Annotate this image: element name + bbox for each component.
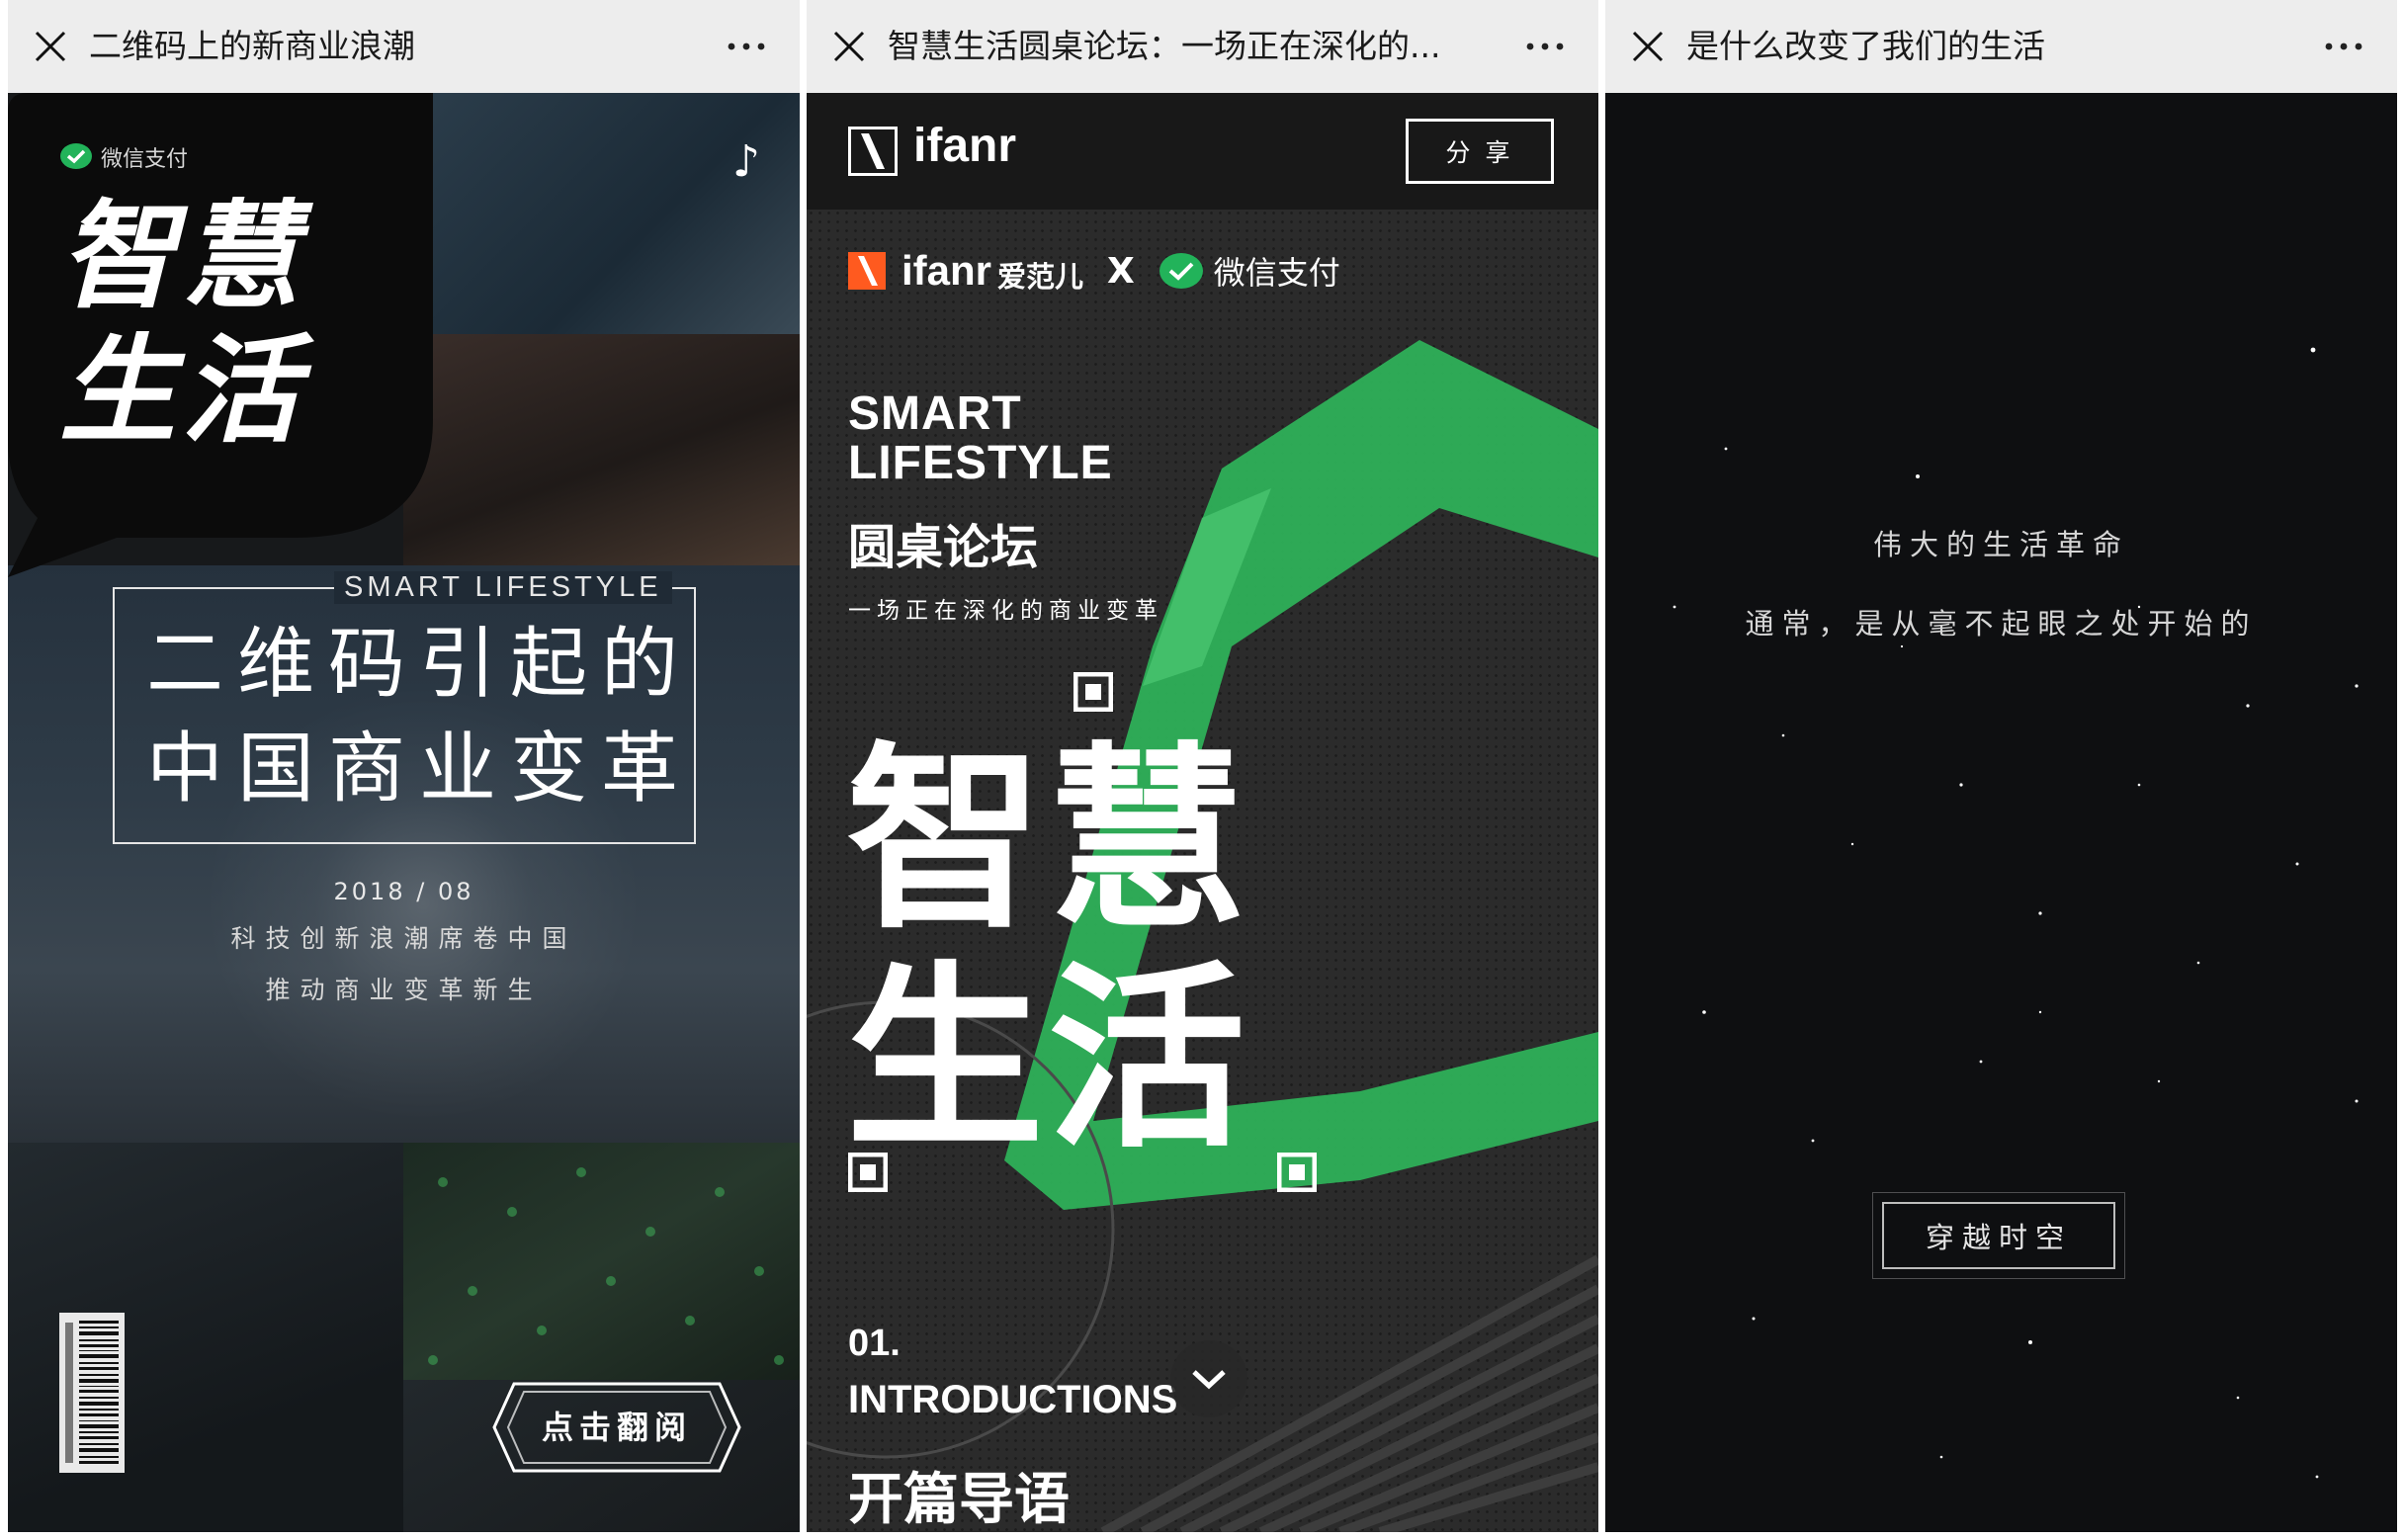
page-title: 是什么改变了我们的生活 [1686,27,2045,65]
read-more-button[interactable]: 点击翻阅 [492,1382,741,1473]
barcode-icon [59,1313,125,1473]
big-title-line-2: 生活 [846,945,1250,1175]
green-dots-pattern [428,1167,784,1365]
read-more-label: 点击翻阅 [541,1409,692,1446]
hero-calligraphy-line-2: 生活 [59,321,305,459]
ifanr-logo-icon [848,252,886,290]
nav-bar: 智慧生活圆桌论坛：一场正在深化的... [807,0,1598,93]
subtitle-line-1: 科技创新浪潮席卷中国 [230,924,577,953]
section-number: 01. [848,1323,901,1364]
h5-page[interactable]: ifanr 分 享 ifanr 爱范儿 X 微信支付 SMART LIFESTY… [807,93,1598,1532]
site-header: ifanr 分 享 [807,93,1598,210]
more-icon[interactable] [2324,34,2363,59]
qr-corner-marker [1073,672,1113,712]
starfield-background [1673,347,2359,1479]
close-icon[interactable] [34,30,67,63]
section-title: INTRODUCTIONS [848,1378,1178,1421]
ifanr-wordmark: ifanr [913,120,1017,172]
qr-corner-marker [848,1153,888,1192]
phone-panel-wechat-pay: 二维码上的新商业浪潮 微信支付 智慧 生活 ♪ SMART LIFESTYLE … [8,0,800,1540]
section-title-cn: 开篇导语 [848,1468,1070,1532]
close-icon[interactable] [832,30,866,63]
close-icon[interactable] [1631,30,1665,63]
more-icon[interactable] [1525,34,1565,59]
big-title-line-1: 智慧 [846,726,1250,956]
smart-line: SMART [848,387,1022,440]
wechat-pay-icon [1159,253,1203,289]
smart-lifestyle-label: SMART LIFESTYLE [334,571,672,604]
ifanr-wordmark: ifanr [902,247,992,294]
wechat-pay-logo: 微信支付 [59,140,188,174]
intro-line-2: 通常，是从毫不起眼之处开始的 [1745,607,2258,641]
share-button[interactable]: 分 享 [1406,119,1554,184]
phone-panel-starfield: 是什么改变了我们的生活 伟大的生活革命 通常，是从毫不起眼之处开始的 穿越时空 [1605,0,2397,1540]
nav-bar: 是什么改变了我们的生活 [1605,0,2397,93]
page-title: 二维码上的新商业浪潮 [89,27,415,65]
wechat-pay-label: 微信支付 [1213,254,1340,292]
brand-label: 微信支付 [101,147,189,172]
ifanr-cn-wordmark: 爱范儿 [997,260,1084,294]
h5-page[interactable]: 微信支付 智慧 生活 ♪ SMART LIFESTYLE 二维码引起的 中国商业… [8,93,800,1532]
page-title: 智慧生活圆桌论坛：一场正在深化的... [888,27,1441,65]
scroll-down-button[interactable] [1170,1340,1247,1417]
tagline: 一场正在深化的商业变革 [848,598,1163,624]
issue-date: 2018 / 08 [333,878,474,905]
cobrand-row: ifanr 爱范儿 X 微信支付 [848,241,1340,300]
collab-x: X [1107,250,1135,292]
h5-page[interactable]: 伟大的生活革命 通常，是从毫不起眼之处开始的 穿越时空 [1605,93,2397,1532]
intro-line-1: 伟大的生活革命 [1872,528,2129,561]
subtitle-line-2: 推动商业变革新生 [265,976,543,1004]
chevron-down-icon [1192,1370,1226,1390]
wechat-pay-icon [60,143,92,169]
music-note-icon[interactable]: ♪ [732,136,760,187]
lifestyle-line: LIFESTYLE [848,437,1113,489]
more-icon[interactable] [727,34,766,59]
qr-corner-marker [1277,1153,1317,1192]
time-travel-button[interactable]: 穿越时空 [1882,1202,2115,1269]
nav-bar: 二维码上的新商业浪潮 [8,0,800,93]
headline-line-1: 二维码引起的 [146,620,693,709]
phone-panel-ifanr: 智慧生活圆桌论坛：一场正在深化的... ifanr 分 享 ifanr 爱范儿 … [807,0,1598,1540]
smart-lifestyle-title: SMART LIFESTYLE [848,389,1113,488]
hero-calligraphy-line-1: 智慧 [59,187,305,324]
headline-line-2: 中国商业变革 [146,725,693,813]
roundtable-title: 圆桌论坛 [848,520,1039,575]
ifanr-logo-icon [848,127,898,176]
